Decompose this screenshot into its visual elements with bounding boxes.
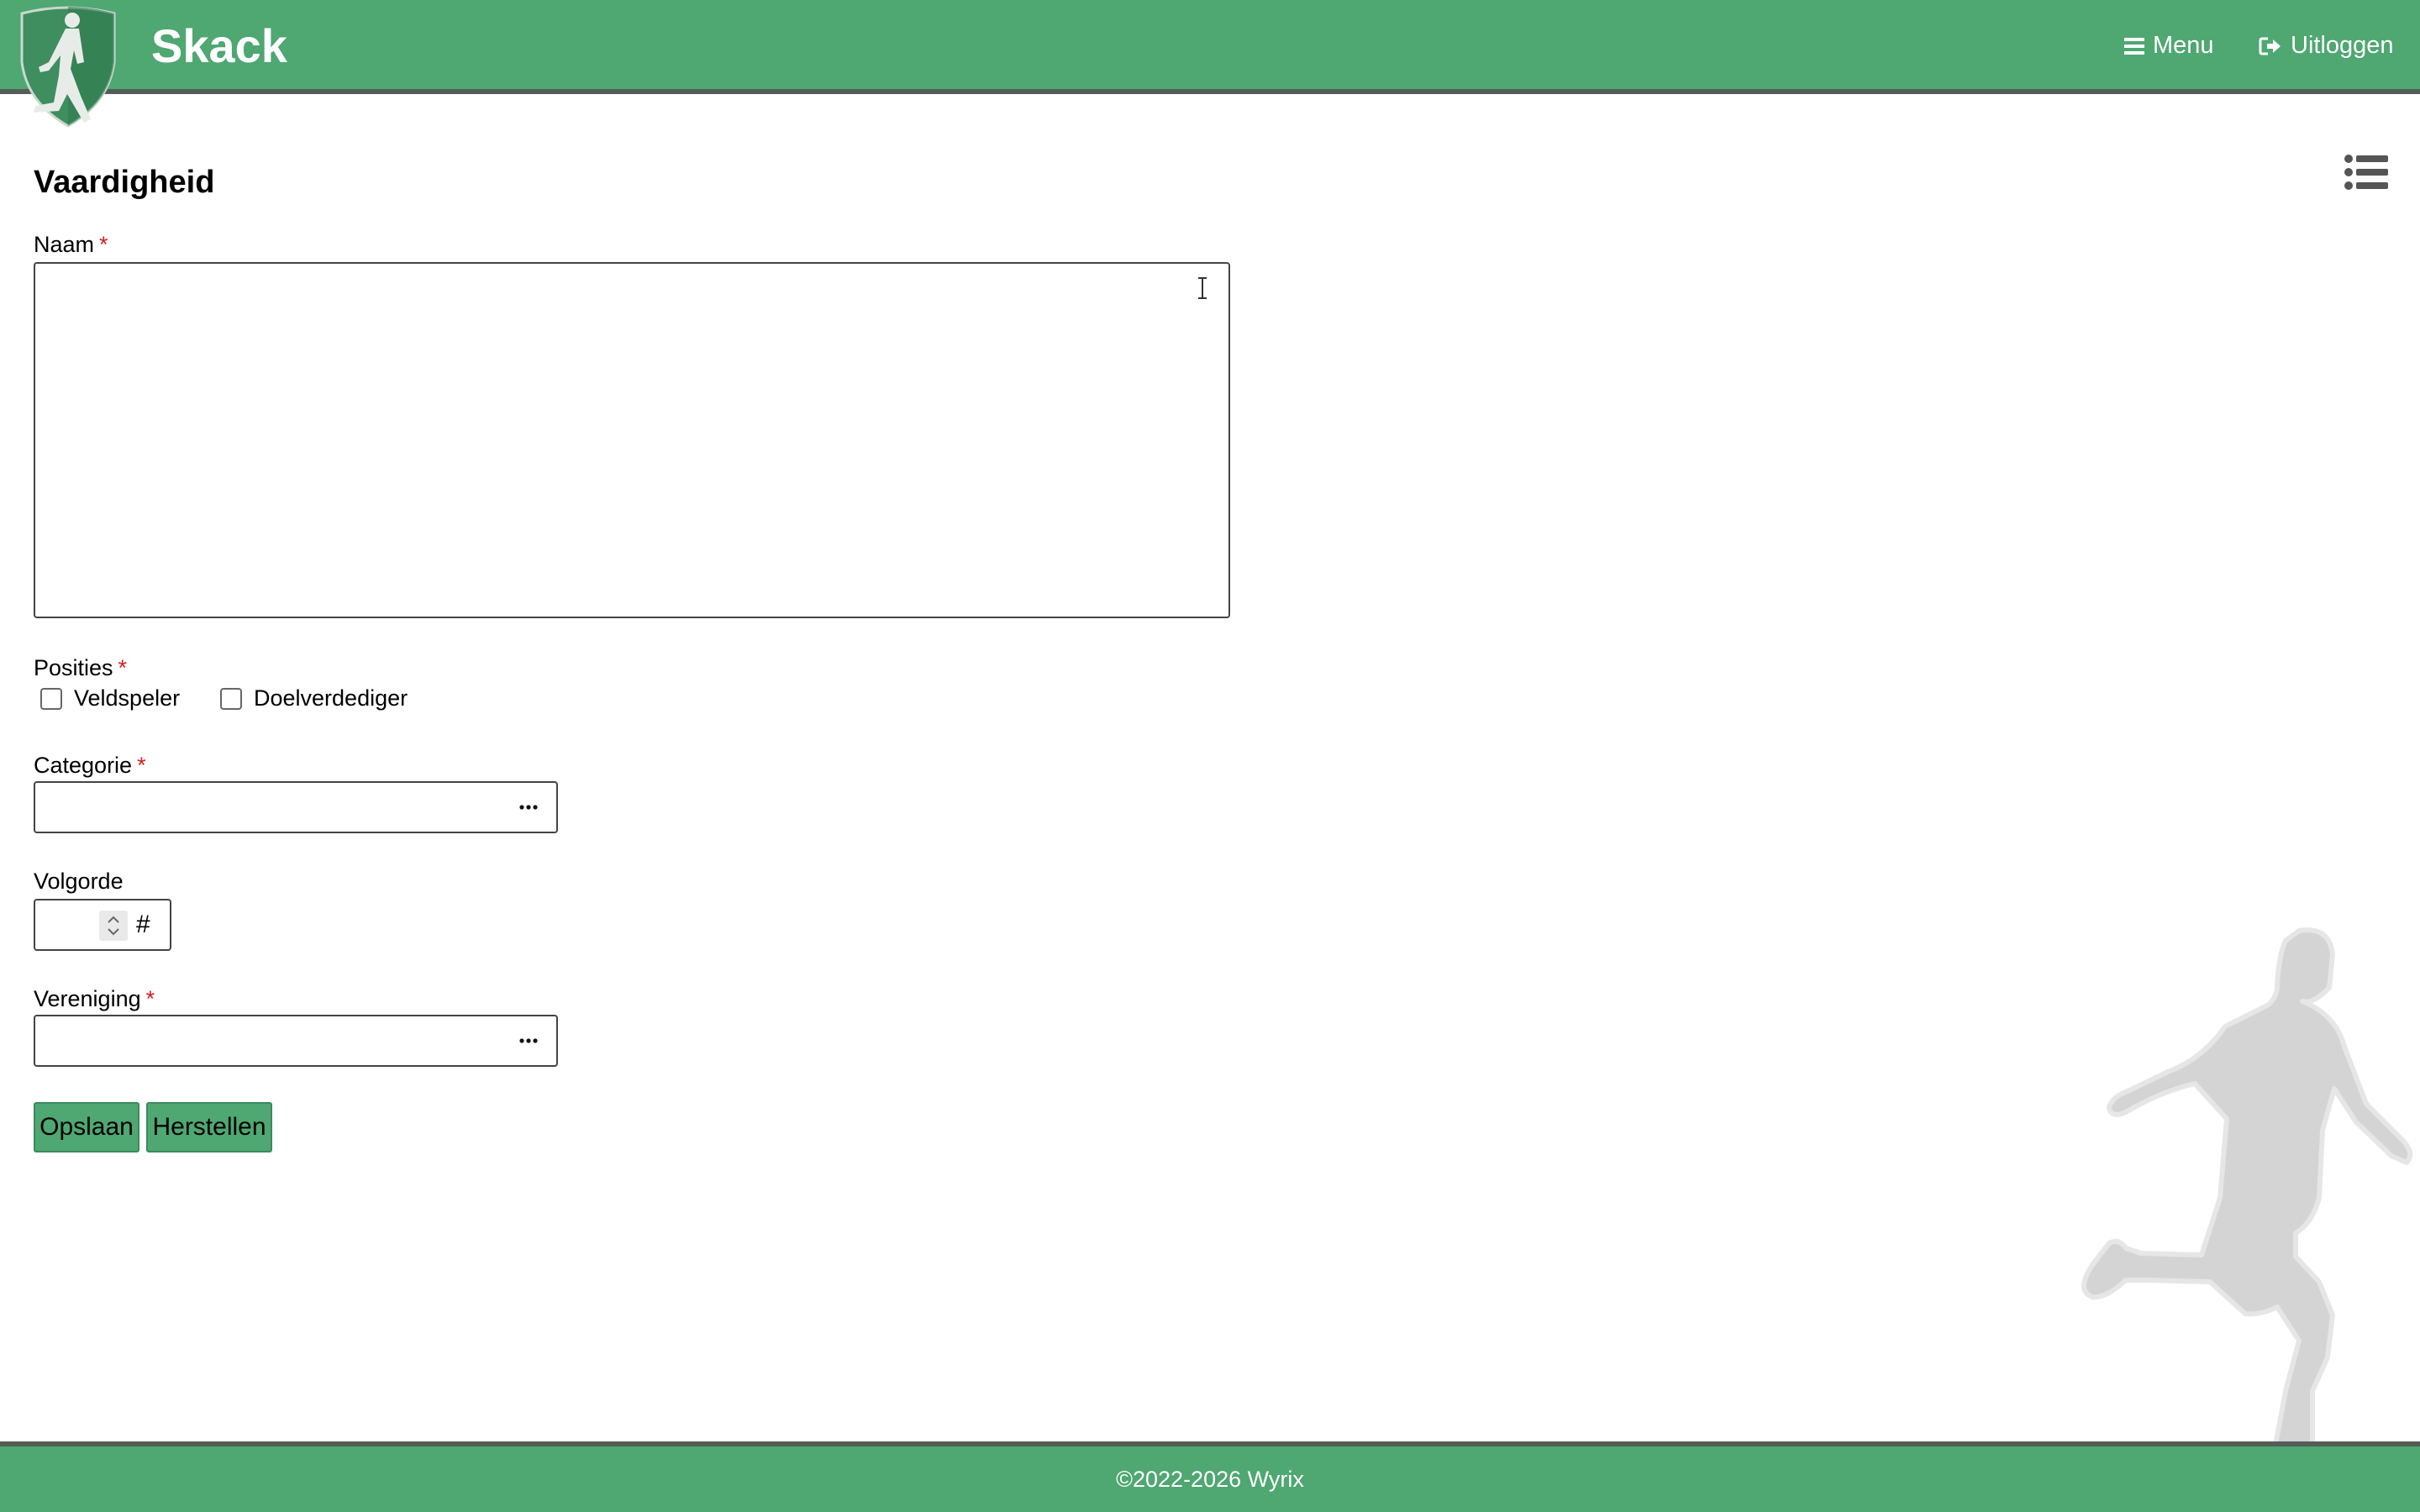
posities-label: Posities * — [34, 655, 127, 681]
copyright-text: ©2022-2026 Wyrix — [1116, 1466, 1304, 1492]
app-logo[interactable] — [15, 3, 121, 129]
volgorde-number-field[interactable]: # — [34, 899, 171, 951]
categorie-lookup-field[interactable] — [34, 781, 558, 833]
naam-label: Naam * — [34, 232, 108, 258]
menu-label: Menu — [2153, 32, 2214, 59]
football-player-icon — [2081, 927, 2413, 1447]
save-button[interactable]: Opslaan — [34, 1102, 139, 1152]
hash-suffix: # — [136, 911, 150, 938]
required-marker: * — [137, 753, 146, 778]
vereniging-label: Vereniging * — [34, 986, 155, 1012]
logout-label: Uitloggen — [2291, 32, 2394, 59]
shield-player-logo-icon — [20, 6, 116, 128]
spinner-arrows-icon — [108, 916, 119, 936]
categorie-label: Categorie * — [34, 753, 146, 779]
vereniging-label-text: Vereniging — [34, 986, 141, 1011]
required-marker: * — [99, 232, 108, 257]
reset-button[interactable]: Herstellen — [146, 1102, 272, 1152]
volgorde-spinner[interactable] — [99, 911, 128, 941]
brand-name[interactable]: Skack — [151, 18, 287, 73]
list-view-icon[interactable] — [2344, 155, 2388, 190]
logout-icon — [2259, 37, 2281, 55]
logout-button[interactable]: Uitloggen — [2259, 32, 2394, 60]
volgorde-label: Volgorde — [34, 869, 124, 895]
vereniging-lookup-field[interactable] — [34, 1015, 558, 1067]
footer: ©2022-2026 Wyrix — [0, 1441, 2420, 1512]
top-bar: Skack Menu Uitloggen — [0, 0, 2420, 94]
volgorde-label-text: Volgorde — [34, 869, 124, 894]
page-title: Vaardigheid — [34, 165, 215, 200]
posities-label-text: Posities — [34, 655, 113, 680]
categorie-label-text: Categorie — [34, 753, 133, 778]
doelverdediger-checkbox[interactable] — [220, 687, 242, 710]
doelverdediger-label: Doelverdediger — [254, 685, 408, 711]
text-cursor-icon — [1197, 277, 1208, 299]
vereniging-lookup-button[interactable] — [514, 1028, 543, 1053]
veldspeler-checkbox[interactable] — [40, 687, 62, 710]
naam-textarea[interactable] — [34, 262, 1230, 618]
checkbox-veldspeler[interactable]: Veldspeler — [40, 685, 180, 711]
ellipsis-icon — [519, 805, 538, 810]
hamburger-icon — [2124, 37, 2144, 55]
required-marker: * — [118, 655, 128, 680]
naam-label-text: Naam — [34, 232, 95, 257]
checkbox-doelverdediger[interactable]: Doelverdediger — [220, 685, 408, 711]
required-marker: * — [145, 986, 155, 1011]
categorie-lookup-button[interactable] — [514, 795, 543, 820]
menu-button[interactable]: Menu — [2124, 32, 2214, 60]
ellipsis-icon — [519, 1038, 538, 1043]
veldspeler-label: Veldspeler — [74, 685, 181, 711]
player-silhouette-watermark — [2000, 921, 2420, 1447]
